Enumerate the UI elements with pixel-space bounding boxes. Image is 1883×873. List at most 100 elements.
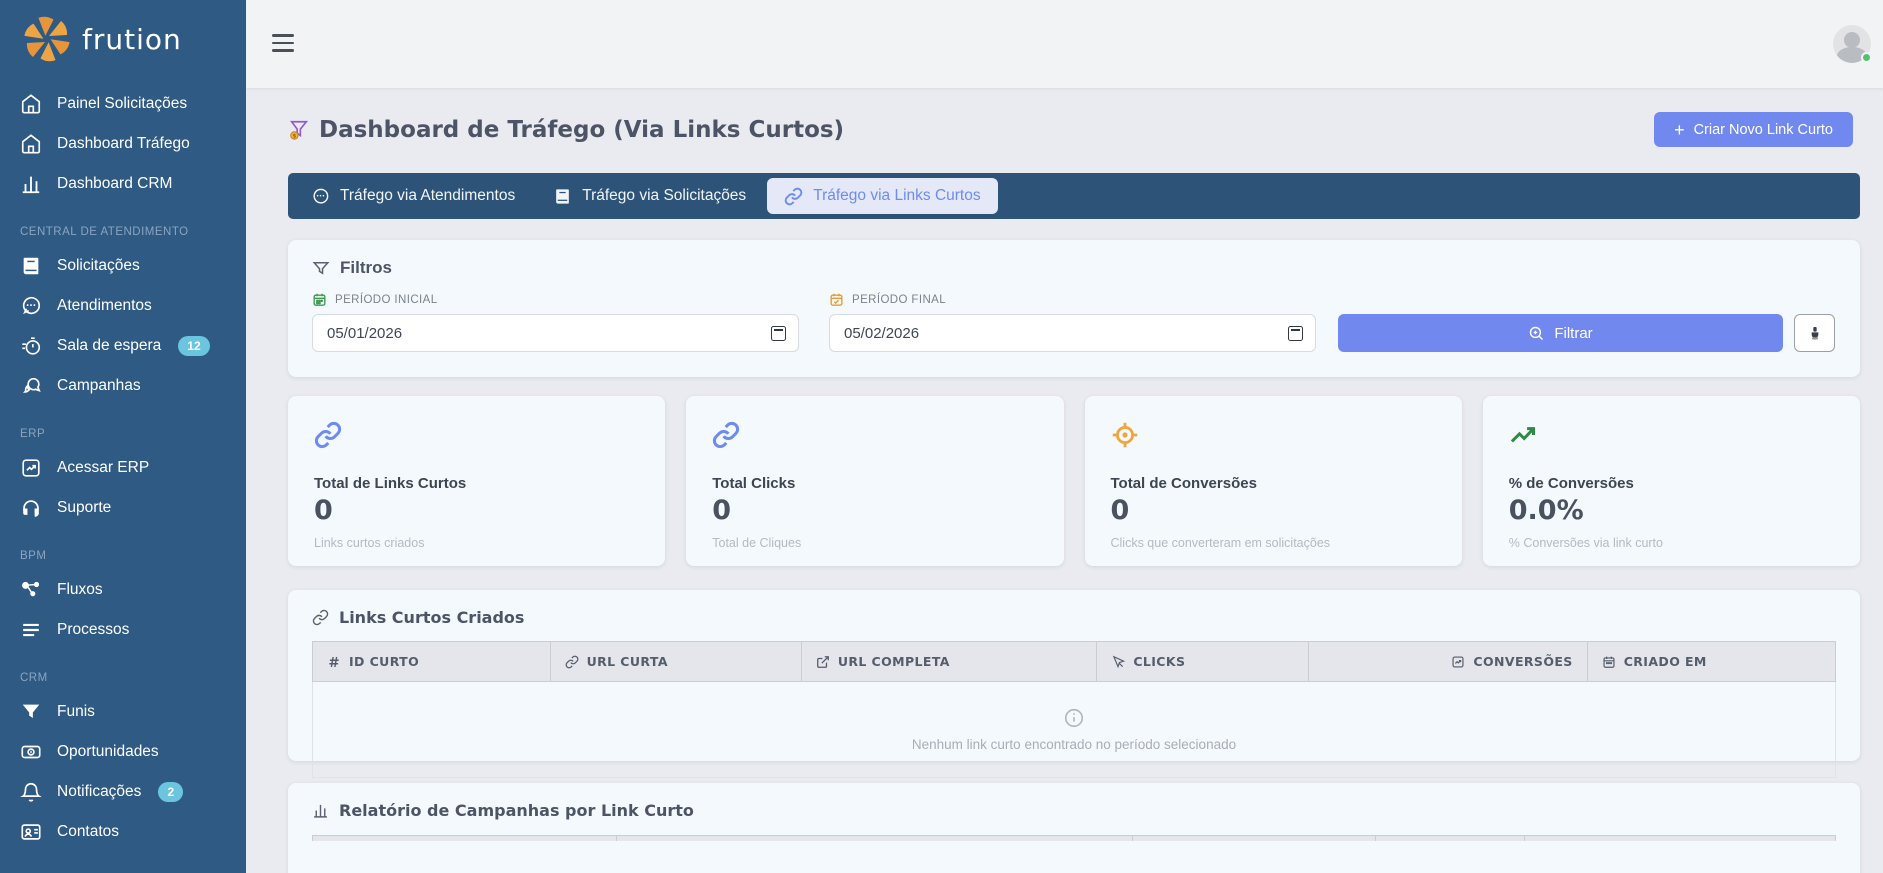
filtrar-button[interactable]: Filtrar	[1338, 314, 1783, 352]
sidebar-item-funis[interactable]: Funis	[0, 692, 246, 732]
funnel-icon	[20, 701, 42, 723]
money-icon	[20, 741, 42, 763]
filters-title: Filtros	[312, 258, 1836, 278]
broom-icon	[1807, 325, 1823, 341]
period-end-input[interactable]	[844, 325, 1301, 342]
report-card: Relatório de Campanhas por Link Curto	[288, 783, 1860, 873]
chat-bubble-icon	[311, 187, 330, 206]
sidebar-item-label: Fluxos	[57, 581, 103, 599]
user-avatar[interactable]	[1833, 25, 1871, 63]
sidebar-item-fluxos[interactable]: Fluxos	[0, 570, 246, 610]
book-icon	[553, 187, 572, 206]
book-icon	[20, 255, 42, 277]
trend-up-icon	[1509, 421, 1834, 449]
sidebar-item-acessar-erp[interactable]: Acessar ERP	[0, 448, 246, 488]
notificacoes-badge: 2	[158, 782, 183, 802]
stat-card-pct-conversoes: % de Conversões 0.0% % Conversões via li…	[1483, 396, 1860, 566]
empty-message: Nenhum link curto encontrado no período …	[912, 737, 1236, 752]
logo-text: frution	[82, 23, 182, 56]
search-icon	[1528, 325, 1545, 342]
stat-value: 0.0%	[1509, 495, 1834, 526]
period-end-input-wrap	[829, 314, 1316, 352]
link-icon	[312, 609, 329, 626]
stat-value: 0	[1111, 495, 1436, 526]
report-table-header-partial	[312, 835, 1836, 841]
tab-trafego-via-atendimentos[interactable]: Tráfego via Atendimentos	[294, 178, 532, 214]
period-start-input-wrap	[312, 314, 799, 352]
calendar-orange-icon	[829, 292, 844, 307]
sidebar-item-solicitacoes[interactable]: Solicitações	[0, 246, 246, 286]
period-start-input[interactable]	[327, 325, 784, 342]
col-url-curta[interactable]: URL CURTA	[550, 642, 801, 682]
sidebar-item-label: Funis	[57, 703, 95, 721]
sidebar-item-label: Painel Solicitações	[57, 95, 187, 113]
stat-title: Total de Conversões	[1111, 475, 1436, 492]
col-criado-em[interactable]: CRIADO EM	[1587, 642, 1835, 682]
stat-subtitle: Total de Cliques	[712, 536, 1037, 550]
target-icon	[1111, 421, 1436, 449]
sidebar-item-dashboard-trafego[interactable]: Dashboard Tráfego	[0, 124, 246, 164]
sidebar-section-erp: ERP	[0, 406, 246, 448]
sidebar-item-atendimentos[interactable]: Atendimentos	[0, 286, 246, 326]
sidebar-item-sala-de-espera[interactable]: Sala de espera 12	[0, 326, 246, 366]
col-clicks[interactable]: CLICKS	[1097, 642, 1309, 682]
create-short-link-button[interactable]: + Criar Novo Link Curto	[1654, 112, 1853, 147]
sidebar-item-label: Atendimentos	[57, 297, 152, 315]
sidebar-item-oportunidades[interactable]: Oportunidades	[0, 732, 246, 772]
app-logo[interactable]: frution	[0, 0, 246, 74]
col-id-curto[interactable]: ID CURTO	[313, 642, 551, 682]
traffic-tabs: Tráfego via Atendimentos Tráfego via Sol…	[288, 173, 1860, 219]
date-picker-icon[interactable]	[771, 326, 786, 341]
sidebar-item-painel-solicitacoes[interactable]: Painel Solicitações	[0, 84, 246, 124]
filter-funnel-icon	[312, 259, 330, 277]
bar-chart-icon	[312, 802, 329, 819]
tab-trafego-via-links-curtos[interactable]: Tráfego via Links Curtos	[767, 178, 997, 214]
stat-subtitle: Clicks que converteram em solicitações	[1111, 536, 1436, 550]
report-title: Relatório de Campanhas por Link Curto	[312, 801, 1836, 820]
sidebar-item-label: Sala de espera	[57, 337, 161, 355]
tab-trafego-via-solicitacoes[interactable]: Tráfego via Solicitações	[536, 178, 763, 214]
home-icon	[20, 133, 42, 155]
sidebar-section-bpm: BPM	[0, 528, 246, 570]
sidebar-item-label: Suporte	[57, 499, 111, 517]
trend-box-icon	[20, 457, 42, 479]
link-icon	[784, 187, 803, 206]
page-title: $ Dashboard de Tráfego (Via Links Curtos…	[288, 117, 844, 143]
stat-title: % de Conversões	[1509, 475, 1834, 492]
sidebar-menu: Painel Solicitações Dashboard Tráfego Da…	[0, 74, 246, 852]
sidebar-item-processos[interactable]: Processos	[0, 610, 246, 650]
stat-value: 0	[314, 495, 639, 526]
cursor-icon	[1111, 655, 1125, 669]
hamburger-menu-icon[interactable]	[272, 34, 294, 52]
col-conversoes[interactable]: CONVERSÕES	[1309, 642, 1588, 682]
stat-title: Total Clicks	[712, 475, 1037, 492]
sidebar-item-notificacoes[interactable]: Notificações 2	[0, 772, 246, 812]
stat-subtitle: % Conversões via link curto	[1509, 536, 1834, 550]
online-status-dot	[1861, 52, 1872, 63]
col-url-completa[interactable]: URL COMPLETA	[801, 642, 1096, 682]
page-title-text: Dashboard de Tráfego (Via Links Curtos)	[319, 117, 844, 143]
double-chat-icon	[20, 375, 42, 397]
sidebar-item-campanhas[interactable]: Campanhas	[0, 366, 246, 406]
sidebar-item-suporte[interactable]: Suporte	[0, 488, 246, 528]
sidebar-item-contatos[interactable]: Contatos	[0, 812, 246, 852]
period-start-label: PERÍODO INICIAL	[312, 292, 799, 307]
stat-card-total-conversoes: Total de Conversões 0 Clicks que convert…	[1085, 396, 1462, 566]
page-header: $ Dashboard de Tráfego (Via Links Curtos…	[246, 88, 1883, 147]
sidebar-item-label: Dashboard Tráfego	[57, 135, 190, 153]
stat-subtitle: Links curtos criados	[314, 536, 639, 550]
home-icon	[20, 93, 42, 115]
stat-card-total-clicks: Total Clicks 0 Total de Cliques	[686, 396, 1063, 566]
sidebar-item-dashboard-crm[interactable]: Dashboard CRM	[0, 164, 246, 204]
sidebar-section-crm: CRM	[0, 650, 246, 692]
sidebar-item-label: Oportunidades	[57, 743, 159, 761]
sala-de-espera-badge: 12	[178, 336, 209, 356]
sidebar-item-label: Notificações	[57, 783, 141, 801]
plus-icon: +	[1674, 121, 1685, 139]
external-link-icon	[816, 655, 830, 669]
trend-box-icon	[1451, 655, 1465, 669]
sidebar-item-label: Campanhas	[57, 377, 141, 395]
table-empty-state: Nenhum link curto encontrado no período …	[312, 682, 1836, 778]
clear-filters-button[interactable]	[1794, 314, 1835, 352]
date-picker-icon[interactable]	[1288, 326, 1303, 341]
